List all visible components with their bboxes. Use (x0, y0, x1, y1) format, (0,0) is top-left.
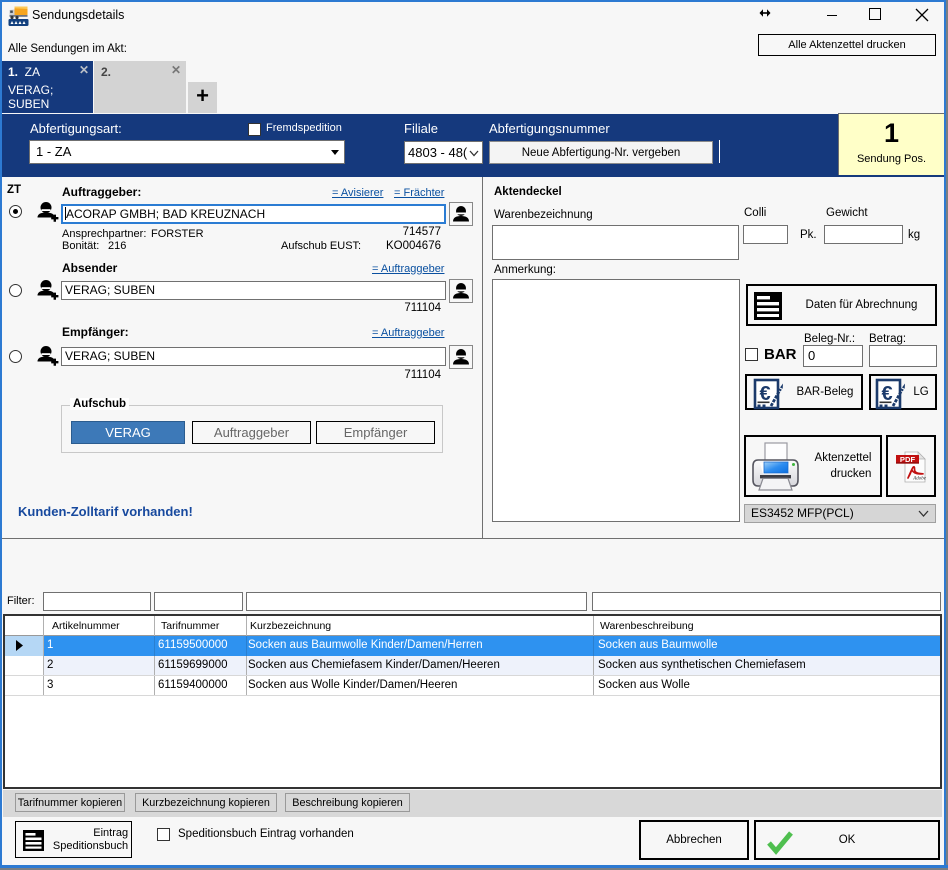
svg-text:PDF: PDF (900, 455, 916, 464)
svg-text:Adobe: Adobe (912, 477, 927, 482)
